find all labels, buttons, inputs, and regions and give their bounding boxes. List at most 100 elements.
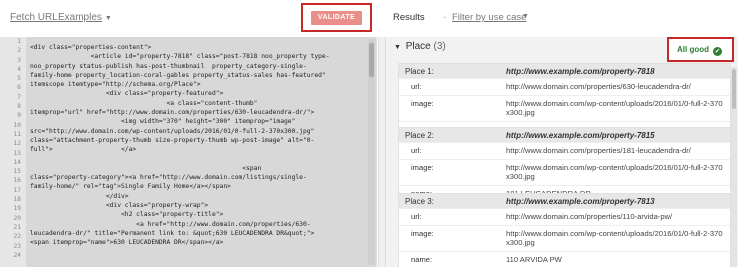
place-item[interactable]: Place 3: http://www.example.com/property-… [398,193,731,267]
fetch-url-link[interactable]: Fetch URL [10,12,58,23]
code-line: <div class="property-wrap"> [30,202,209,210]
property-row: image: http://www.domain.com/wp-content/u… [399,224,730,251]
property-value: http://www.domain.com/properties/110-arv… [506,212,673,221]
code-line: </div> [30,192,129,200]
line-number: 5 [17,75,21,83]
code-line: <a href="http://www.domain.com/propertie… [30,220,311,228]
chevron-down-icon: ▼ [104,15,112,22]
line-number: 23 [13,242,21,250]
code-line: src="http://www.domain.com/wp-content/up… [30,127,315,135]
line-number: 7 [17,93,21,101]
status-text: All good [677,45,709,54]
collapse-triangle-icon[interactable]: ▼ [394,44,401,51]
line-number: 24 [13,251,21,259]
examples-dropdown[interactable]: Examples ▼ [58,12,112,23]
property-key: url: [411,212,422,221]
property-key: image: [411,162,434,172]
code-line: <span itemprop="name">630 LEUCADENDRA DR… [30,239,224,247]
property-value: http://www.domain.com/wp-content/uploads… [506,98,723,118]
place-item-header: Place 2: http://www.example.com/property-… [399,128,730,142]
line-number: 19 [13,205,21,213]
line-number-gutter: 1 2 3 4 5 6 7 8 9 10 11 12 13 14 15 16 17 18 19 20 21 22 23 24 [0,37,26,267]
property-value: http://www.domain.com/wp-content/uploads… [506,162,723,182]
code-line: class="attachment-property-thumb size-pr… [30,136,315,144]
pane-divider[interactable] [378,37,386,267]
place-label: Place 3: [405,197,434,206]
line-number: 3 [17,56,21,64]
line-number: 9 [17,112,21,120]
place-label: Place 1: [405,67,434,76]
line-number: 16 [13,177,21,185]
property-value: http://www.domain.com/properties/181-leu… [506,146,691,155]
place-id: http://www.example.com/property-7818 [506,67,655,76]
line-number: 1 [17,38,21,45]
place-item-header: Place 3: http://www.example.com/property-… [399,194,730,208]
code-line: <div class="property-featured"> [30,90,224,98]
code-line: itemscope itemtype="http://schema.org/Pl… [30,81,201,89]
place-heading: Place [405,41,431,52]
place-group-header[interactable]: ▼ Place (3) [394,41,446,52]
place-label: Place 2: [405,131,434,140]
line-number: 22 [13,233,21,241]
code-line: leucadendra-dr/" title="Permanent link t… [30,229,315,237]
place-id: http://www.example.com/property-7813 [506,197,655,206]
place-id: http://www.example.com/property-7815 [506,131,655,140]
property-row: image: http://www.domain.com/wp-content/u… [399,94,730,121]
check-circle-icon: ✔ [713,47,722,56]
code-line: itemprop="url" href="http://www.domain.c… [30,109,315,117]
property-value: 110 ARVIDA PW [506,254,562,264]
property-key: image: [411,98,434,108]
code-line: <article id="property-7818" class="post-… [30,53,330,61]
place-count: (3) [433,41,446,52]
results-scrollbar-thumb[interactable] [732,69,736,109]
status-badge: All good ✔ [677,45,722,56]
line-number: 17 [13,186,21,194]
code-line: <span [30,164,262,172]
filter-by-use-case-dropdown[interactable]: Filter by use case [452,12,526,23]
property-value: http://www.domain.com/wp-content/uploads… [506,228,723,248]
code-line: <a class="content-thumb" [30,99,258,107]
separator: - [443,12,447,23]
editor-scrollbar[interactable] [368,39,375,265]
examples-label: Examples [58,12,102,23]
code-line: <h2 class="property-title"> [30,211,224,219]
property-value: http://www.domain.com/properties/630-leu… [506,82,691,91]
validate-highlight-box: VALIDATE [301,3,372,32]
property-key: url: [411,82,422,91]
toolbar: Fetch URL Examples ▼ VALIDATE Results - F… [0,0,738,34]
code-line: noo_property status-publish has-post-thu… [30,62,307,70]
line-number: 6 [17,84,21,92]
chevron-down-icon: ▼ [522,13,529,20]
code-content[interactable]: <div class="properties-content"> <articl… [30,43,366,266]
validate-button[interactable]: VALIDATE [311,11,362,25]
line-number: 12 [13,140,21,148]
status-highlight-box: All good ✔ [667,37,734,62]
line-number: 14 [13,158,21,166]
line-number: 15 [13,168,21,176]
property-row: image: http://www.domain.com/wp-content/u… [399,158,730,185]
line-number: 21 [13,223,21,231]
property-key: url: [411,146,422,155]
editor-scrollbar-thumb[interactable] [369,43,374,77]
code-editor[interactable]: 1 2 3 4 5 6 7 8 9 10 11 12 13 14 15 16 17 18 19 20 21 22 23 24 … [0,37,377,267]
results-label: Results [393,12,425,23]
code-line: full"> </a> [30,146,137,154]
place-item[interactable]: Place 2: http://www.example.com/property-… [398,127,731,202]
line-number: 4 [17,65,21,73]
property-row: url: http://www.domain.com/properties/181… [399,142,730,159]
line-number: 2 [17,47,21,55]
line-number: 20 [13,214,21,222]
code-line: class="property-category"><a href="http:… [30,174,307,182]
code-line: <img width="370" height="300" itemprop="… [30,118,296,126]
results-scrollbar[interactable] [731,67,737,267]
property-key: image: [411,228,434,238]
line-number: 18 [13,196,21,204]
line-number: 11 [13,130,21,138]
code-line: family-home property_location-coral-gabl… [30,71,326,79]
code-line: family-home/" rel="tag">Single Family Ho… [30,183,231,191]
property-key: name: [411,254,433,264]
line-number: 10 [13,121,21,129]
